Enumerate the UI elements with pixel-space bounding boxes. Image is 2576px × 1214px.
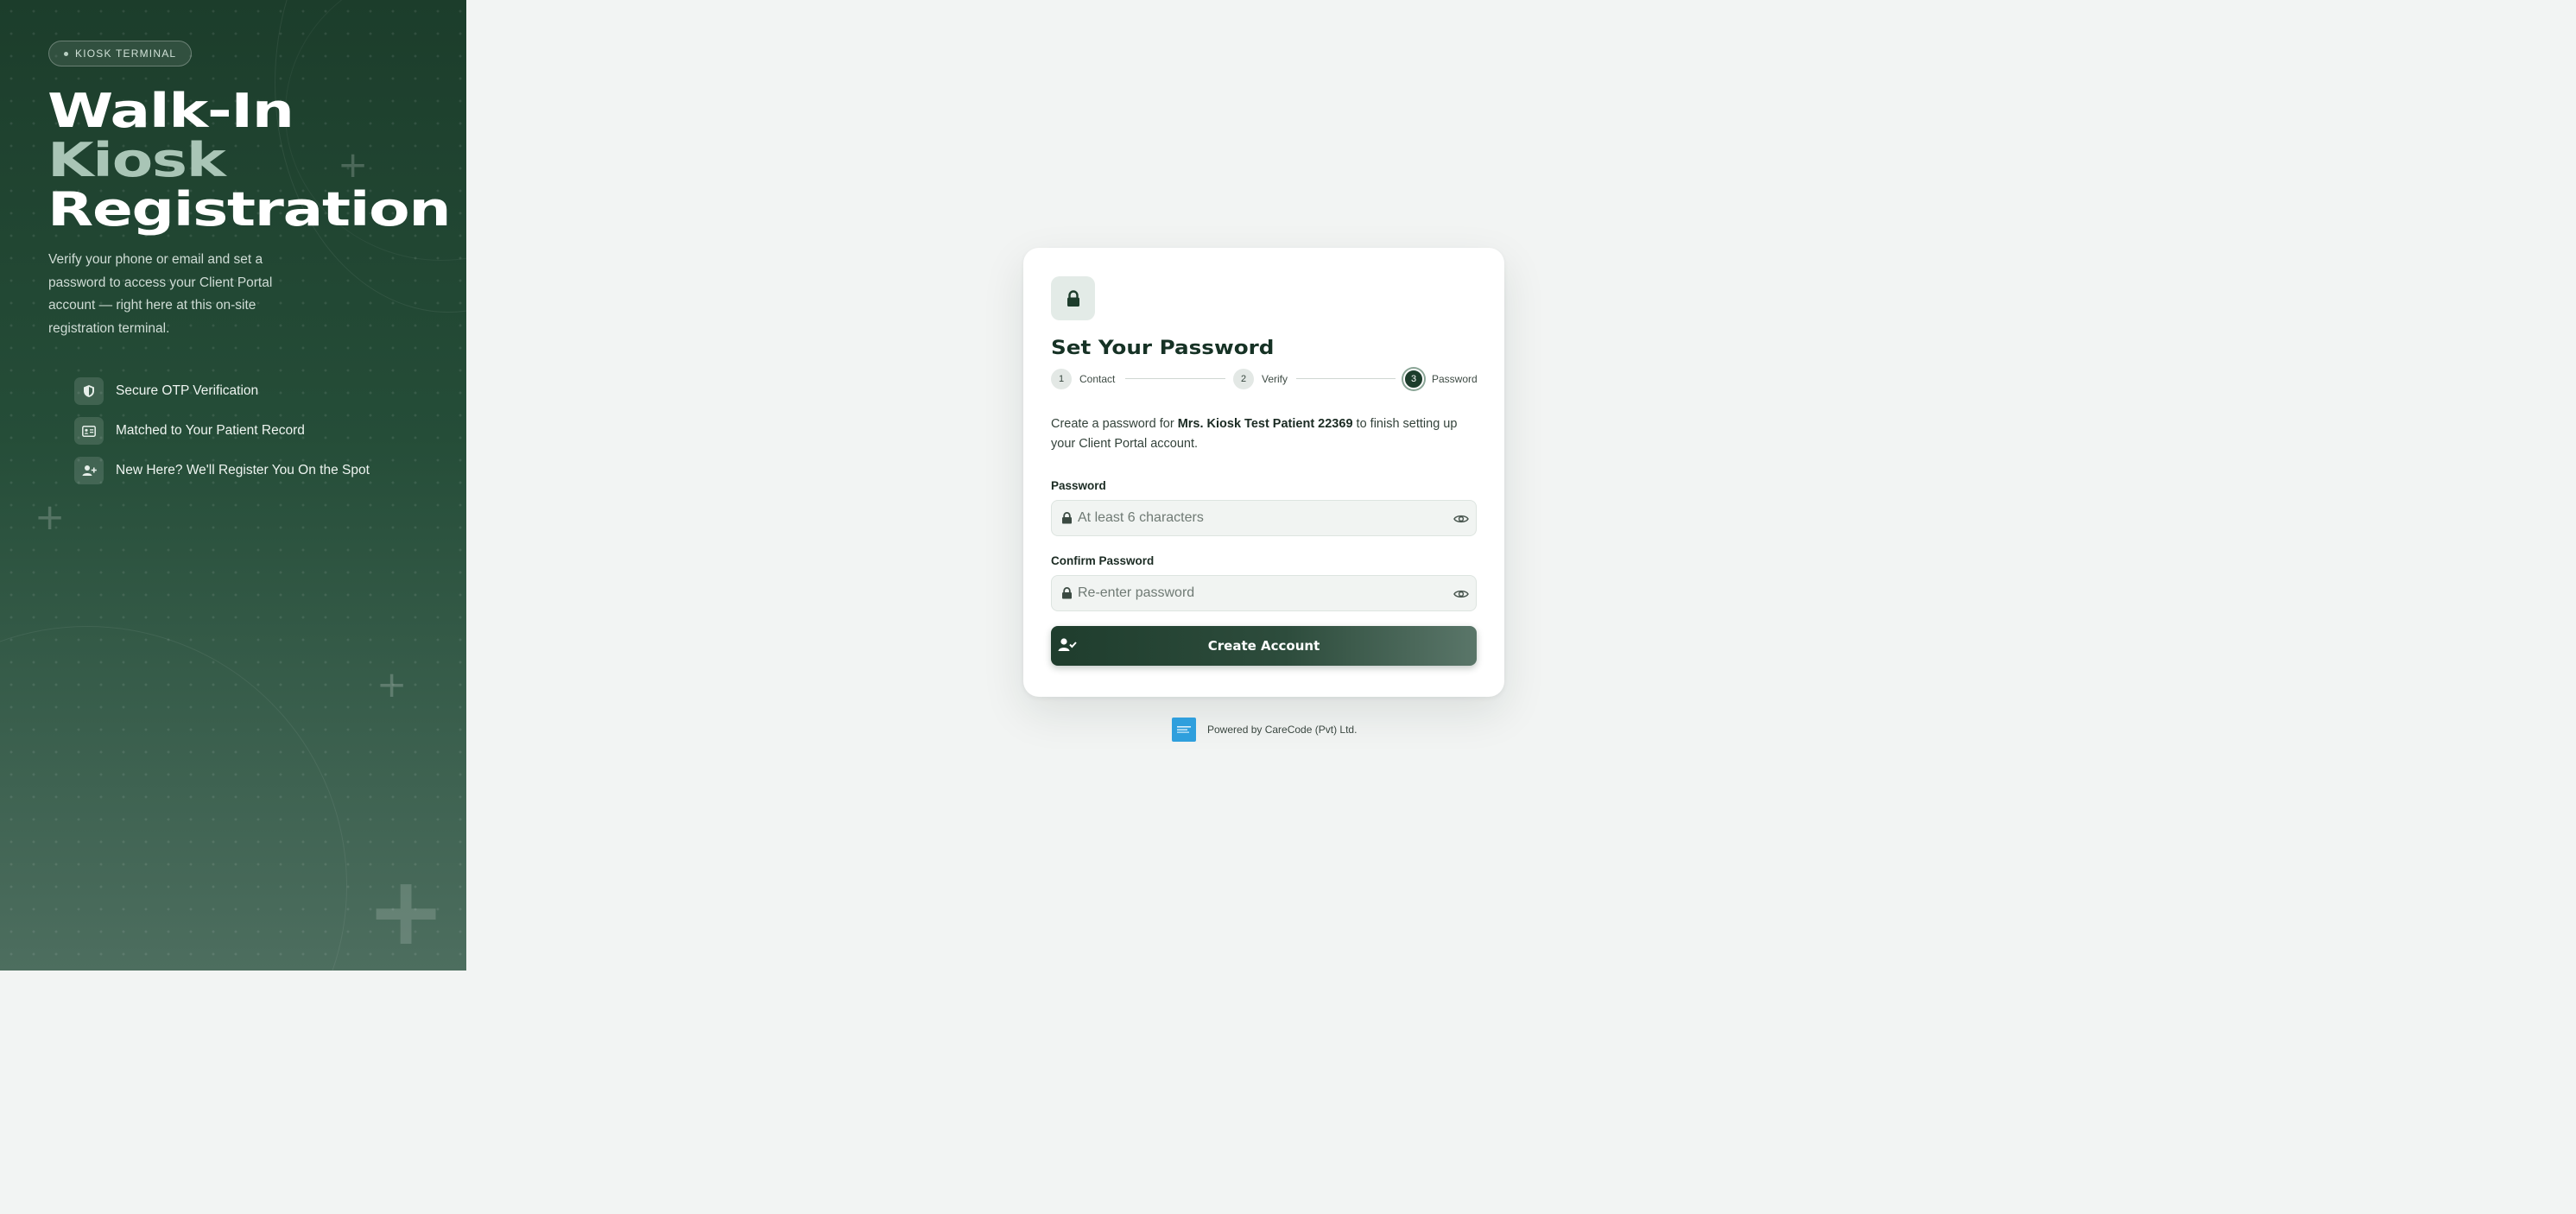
step-number: 3 bbox=[1403, 369, 1424, 389]
progress-stepper: 1 Contact 2 Verify 3 Password bbox=[1051, 368, 1478, 390]
hero-panel: + + + + KIOSK TERMINAL Walk-In Kiosk Reg… bbox=[0, 0, 466, 971]
badge-label: KIOSK TERMINAL bbox=[75, 47, 177, 60]
confirm-password-field bbox=[1051, 575, 1477, 611]
feature-item: Matched to Your Patient Record bbox=[74, 411, 370, 451]
hero-title-line: Registration bbox=[47, 182, 452, 237]
hero-title: Walk-In Kiosk Registration bbox=[47, 84, 452, 237]
step-label: Verify bbox=[1262, 373, 1288, 385]
step-number: 1 bbox=[1051, 369, 1072, 389]
feature-item: New Here? We'll Register You On the Spot bbox=[74, 451, 370, 490]
id-card-icon bbox=[74, 417, 104, 445]
patient-name: Mrs. Kiosk Test Patient 22369 bbox=[1177, 417, 1353, 431]
lock-icon bbox=[1061, 512, 1073, 528]
feature-label: Matched to Your Patient Record bbox=[116, 423, 305, 438]
card-title: Set Your Password bbox=[1051, 338, 1275, 359]
step-label: Contact bbox=[1079, 373, 1116, 385]
feature-label: Secure OTP Verification bbox=[116, 383, 259, 398]
feature-list: Secure OTP Verification Matched to Your … bbox=[74, 371, 370, 490]
kiosk-terminal-badge: KIOSK TERMINAL bbox=[48, 41, 193, 66]
eye-icon[interactable] bbox=[1453, 513, 1469, 529]
step-label: Password bbox=[1432, 373, 1478, 385]
confirm-password-input[interactable] bbox=[1078, 576, 1440, 610]
decor-plus-icon: + bbox=[35, 496, 66, 538]
eye-icon[interactable] bbox=[1453, 588, 1469, 604]
lock-icon bbox=[1061, 587, 1073, 604]
hero-title-line: Walk-In bbox=[47, 84, 294, 138]
password-input[interactable] bbox=[1078, 501, 1440, 535]
step-contact: 1 Contact bbox=[1051, 368, 1115, 390]
powered-by-text: Powered by CareCode (Pvt) Ltd. bbox=[1207, 724, 1358, 736]
decor-plus-icon: + bbox=[366, 856, 446, 966]
hero-title-line: Kiosk bbox=[47, 133, 226, 187]
feature-item: Secure OTP Verification bbox=[74, 371, 370, 411]
badge-dot bbox=[64, 51, 68, 56]
set-password-card: Set Your Password 1 Contact 2 Verify 3 P… bbox=[1023, 248, 1504, 697]
step-connector bbox=[1125, 378, 1225, 379]
lock-icon bbox=[1051, 276, 1095, 320]
user-check-icon bbox=[1058, 636, 1077, 657]
step-verify: 2 Verify bbox=[1233, 368, 1288, 390]
decor-plus-icon: + bbox=[377, 663, 408, 705]
password-label: Password bbox=[1051, 479, 1106, 492]
step-connector bbox=[1296, 378, 1396, 379]
powered-by: Powered by CareCode (Pvt) Ltd. bbox=[1172, 718, 1357, 742]
user-plus-icon bbox=[74, 457, 104, 484]
step-password: 3 Password bbox=[1403, 368, 1478, 390]
feature-label: New Here? We'll Register You On the Spot bbox=[116, 463, 370, 477]
step-number: 2 bbox=[1233, 369, 1254, 389]
confirm-password-label: Confirm Password bbox=[1051, 554, 1155, 567]
hero-subtitle: Verify your phone or email and set a pas… bbox=[48, 252, 273, 336]
shield-icon bbox=[74, 377, 104, 405]
create-account-button[interactable]: Create Account bbox=[1051, 626, 1477, 666]
intro-prefix: Create a password for bbox=[1051, 417, 1178, 431]
carecode-logo bbox=[1172, 718, 1196, 742]
password-field bbox=[1051, 500, 1477, 536]
intro-text: Create a password for Mrs. Kiosk Test Pa… bbox=[1051, 414, 1483, 454]
create-account-label: Create Account bbox=[1207, 638, 1320, 654]
